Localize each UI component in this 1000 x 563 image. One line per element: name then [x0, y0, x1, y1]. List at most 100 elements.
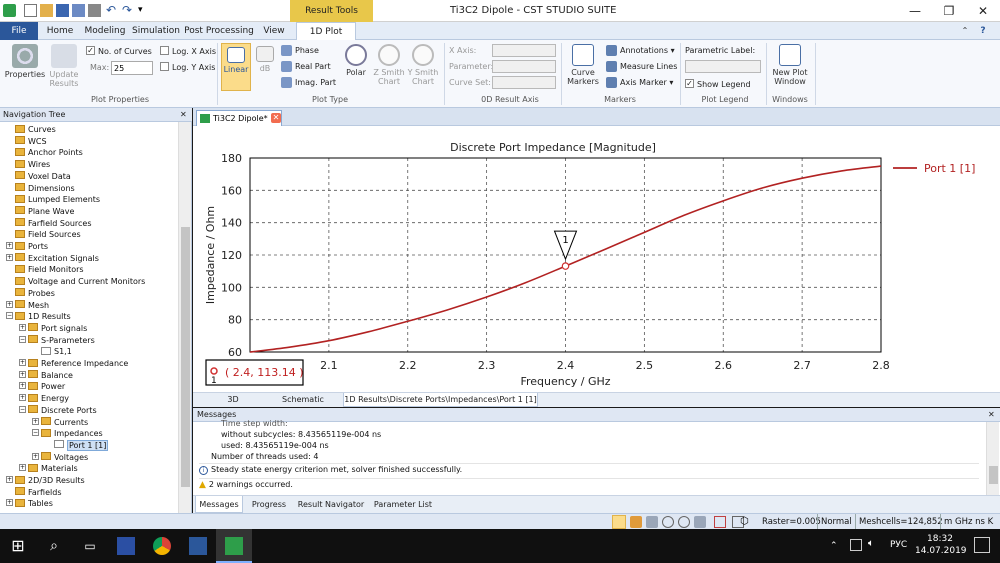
tab-modeling[interactable]: Modeling [80, 22, 130, 40]
tray-up-icon[interactable]: ⌃ [830, 541, 838, 551]
tree-item[interactable]: Voltage and Current Monitors [6, 276, 145, 288]
nav-scrollbar[interactable] [178, 122, 191, 513]
tree-expander-icon[interactable]: + [32, 452, 39, 460]
messages-scroll-thumb[interactable] [989, 466, 998, 484]
curve-markers-button[interactable]: Curve Markers [565, 44, 601, 86]
log-x-axis-checkbox[interactable]: Log. X Axis [160, 45, 216, 59]
close-nav-icon[interactable]: ✕ [180, 108, 187, 122]
tree-expander-icon[interactable]: − [32, 429, 39, 437]
marker-point[interactable] [561, 262, 570, 270]
tab-messages[interactable]: Messages [195, 496, 243, 513]
measure-lines-button[interactable]: Measure Lines [606, 60, 677, 74]
close-tab-icon[interactable]: ✕ [271, 113, 281, 123]
tree-item[interactable]: + Excitation Signals [6, 253, 99, 265]
imag-part-button[interactable]: Imag. Part [281, 76, 336, 90]
tree-expander-icon[interactable]: + [6, 242, 13, 249]
tree-expander-icon[interactable]: + [6, 253, 13, 261]
volume-icon[interactable]: 🔈︎ [868, 538, 874, 549]
units-status[interactable]: m GHz ns K [940, 514, 993, 530]
tree-item[interactable]: S1,1 [32, 346, 72, 358]
tree-item[interactable]: Dimensions [6, 183, 75, 195]
log-y-axis-checkbox[interactable]: Log. Y Axis [160, 61, 215, 75]
parametric-label-combo[interactable] [685, 60, 761, 73]
tree-item[interactable]: Lumped Elements [6, 194, 100, 206]
tree-expander-icon[interactable]: − [19, 405, 26, 413]
undo-icon[interactable]: ↶ [106, 4, 119, 17]
messages-scrollbar[interactable] [986, 422, 999, 495]
tab-1d-plot[interactable]: 1D Plot [296, 22, 356, 41]
tree-expander-icon[interactable]: + [19, 464, 26, 472]
tree-item[interactable]: + Port signals [19, 323, 87, 335]
tree-item[interactable]: +2D/3D Results [6, 475, 85, 487]
tab-parameter-list[interactable]: Parameter List [371, 496, 435, 513]
show-legend-checkbox[interactable]: ✓ Show Legend [685, 78, 751, 92]
save-all-icon[interactable] [72, 4, 85, 17]
save-icon[interactable] [56, 4, 69, 17]
tree-expander-icon[interactable]: + [19, 382, 26, 390]
tree-expander-icon[interactable]: + [6, 499, 13, 507]
tree-item[interactable]: + Energy [19, 393, 69, 405]
tree-item[interactable]: Wires [6, 159, 50, 171]
curve-set-combo[interactable] [492, 76, 556, 89]
db-button[interactable]: dB [253, 44, 277, 73]
tab-post-processing[interactable]: Post Processing [184, 22, 254, 40]
windows-start-icon[interactable]: ⊞ [0, 529, 36, 563]
tree-item[interactable]: + Power [19, 381, 65, 393]
close-messages-icon[interactable]: ✕ [988, 408, 995, 422]
new-plot-window-button[interactable]: New Plot Window [770, 44, 810, 86]
notifications-icon[interactable] [974, 537, 990, 553]
tab-file[interactable]: File [0, 22, 38, 40]
update-results-button[interactable]: Update Results [46, 44, 82, 88]
tree-item[interactable]: + Mesh [6, 300, 49, 312]
nav-scroll-thumb[interactable] [181, 227, 190, 487]
tree-expander-icon[interactable]: + [19, 394, 26, 402]
raster-status[interactable]: Raster=0.005 [762, 514, 821, 530]
tab-simulation[interactable]: Simulation [132, 22, 180, 40]
tree-item[interactable]: + Balance [19, 370, 73, 382]
tree-expander-icon[interactable]: + [32, 417, 39, 425]
clock[interactable]: 18:32 14.07.2019 [915, 533, 967, 557]
polar-button[interactable]: Polar [341, 44, 371, 77]
tree-item[interactable]: − Discrete Ports [19, 405, 97, 417]
tree-item[interactable]: + Materials [19, 463, 78, 475]
view-tab-3d[interactable]: 3D [213, 393, 253, 407]
plot-area[interactable]: Discrete Port Impedance [Magnitude] 2.1 2… [193, 126, 1000, 392]
chrome-icon[interactable] [144, 529, 180, 563]
tree-item[interactable]: Farfields [6, 487, 62, 499]
restore-button[interactable]: ❐ [932, 0, 966, 22]
rotate-icon[interactable] [646, 516, 658, 528]
tree-item[interactable]: − 1D Results [6, 311, 71, 323]
phase-button[interactable]: Phase [281, 44, 319, 58]
tree-item[interactable]: Anchor Points [6, 147, 83, 159]
task-view-icon[interactable]: ▭ [72, 529, 108, 563]
redo-icon[interactable]: ↷ [122, 4, 135, 17]
document-tab-ti3c2-dipole[interactable]: Ti3C2 Dipole* ✕ [196, 110, 282, 126]
tree-item[interactable]: Port 1 [1] [45, 439, 109, 452]
select-tool-icon[interactable] [612, 515, 626, 529]
tree-expander-icon[interactable]: − [6, 312, 13, 320]
properties-button[interactable]: Properties [4, 44, 46, 79]
reset-view-icon[interactable] [714, 516, 726, 528]
x-axis-combo[interactable] [492, 44, 556, 57]
minimize-button[interactable]: — [898, 0, 932, 22]
tree-expander-icon[interactable]: − [19, 335, 26, 343]
open-folder-icon[interactable] [40, 4, 53, 17]
tree-item[interactable]: − S-Parameters [19, 335, 95, 347]
real-part-button[interactable]: Real Part [281, 60, 331, 74]
cst-app-icon[interactable] [216, 529, 252, 563]
tree-item[interactable]: + Tables [6, 498, 53, 510]
view-cube-icon[interactable]: ⬡ [740, 516, 756, 528]
tree-item[interactable]: + Voltages [32, 452, 88, 464]
impedance-chart[interactable]: Discrete Port Impedance [Magnitude] 2.1 2… [193, 126, 1000, 392]
z-smith-chart-button[interactable]: Z Smith Chart [373, 44, 405, 86]
print-icon[interactable] [88, 4, 101, 17]
collapse-ribbon-icon[interactable]: ⌃ [958, 22, 972, 40]
taskbar-save-app-icon[interactable] [108, 529, 144, 563]
zoom-icon[interactable] [662, 516, 674, 528]
tree-expander-icon[interactable]: + [19, 323, 26, 331]
pan-icon[interactable] [630, 516, 642, 528]
no-of-curves-checkbox[interactable]: ✓ No. of Curves [86, 45, 152, 59]
language-indicator[interactable]: РУС [890, 540, 907, 550]
help-icon[interactable]: ? [976, 22, 990, 40]
tree-item[interactable]: − Impedances [32, 428, 103, 440]
